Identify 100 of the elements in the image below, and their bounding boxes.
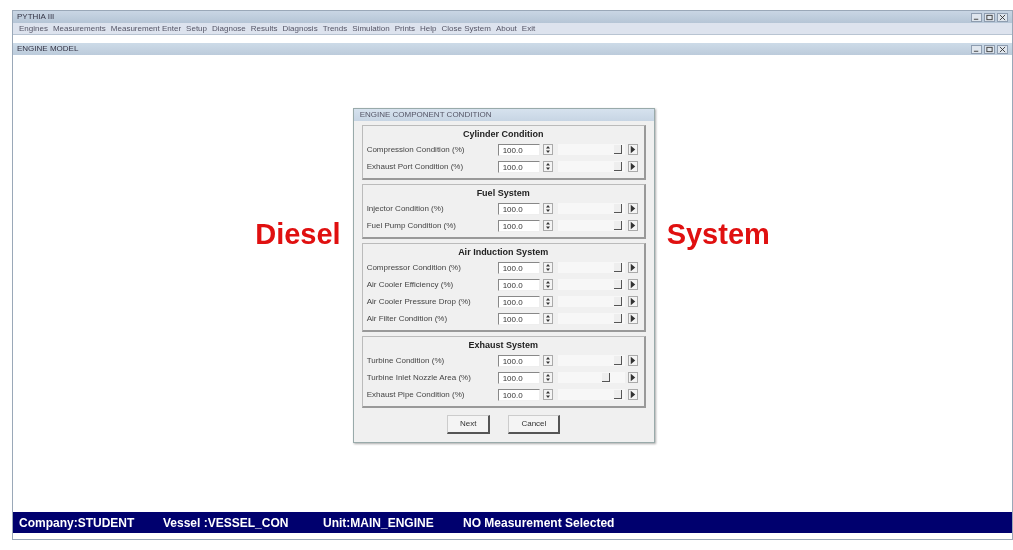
- value-field[interactable]: 100.0: [497, 388, 540, 401]
- slider-thumb[interactable]: [613, 162, 622, 171]
- value-field[interactable]: 100.0: [497, 160, 540, 173]
- value-field[interactable]: 100.0: [497, 219, 540, 232]
- slider-thumb[interactable]: [613, 356, 622, 365]
- menu-item[interactable]: About: [495, 22, 517, 35]
- scroll-arrow-button[interactable]: [627, 203, 638, 214]
- spin-button[interactable]: [542, 372, 553, 383]
- spin-button[interactable]: [542, 296, 553, 307]
- value-field[interactable]: 100.0: [497, 278, 540, 291]
- overlay-word: Diesel: [255, 217, 341, 252]
- slider-track[interactable]: [557, 389, 625, 400]
- minimize-icon[interactable]: [971, 44, 982, 54]
- maximize-icon[interactable]: [984, 44, 995, 54]
- spin-button[interactable]: [542, 355, 553, 366]
- slider-track[interactable]: [557, 296, 625, 307]
- window-title: PYTHIA III: [17, 11, 55, 23]
- scroll-arrow-button[interactable]: [627, 220, 638, 231]
- dialog-title: ENGINE COMPONENT CONDITION: [353, 109, 654, 121]
- slider-track[interactable]: [557, 262, 625, 273]
- spin-button[interactable]: [542, 220, 553, 231]
- slider-thumb[interactable]: [613, 297, 622, 306]
- scroll-arrow-button[interactable]: [627, 144, 638, 155]
- scroll-arrow-button[interactable]: [627, 389, 638, 400]
- value-field[interactable]: 100.0: [497, 295, 540, 308]
- field-label: Air Cooler Efficiency (%): [366, 278, 455, 291]
- field-label: Compression Condition (%): [366, 143, 466, 156]
- scroll-arrow-button[interactable]: [627, 262, 638, 273]
- menu-item[interactable]: Simulation: [352, 22, 390, 35]
- status-text: Unit:MAIN_ENGINE: [323, 514, 435, 532]
- scroll-arrow-button[interactable]: [627, 313, 638, 324]
- field-label: Injector Condition (%): [366, 202, 445, 215]
- menu-item[interactable]: Measurements: [52, 22, 106, 35]
- dialog-button[interactable]: Cancel: [508, 415, 561, 434]
- spin-button[interactable]: [542, 313, 553, 324]
- slider-track[interactable]: [557, 220, 625, 231]
- menu-item[interactable]: Exit: [521, 22, 536, 35]
- close-icon[interactable]: [997, 44, 1008, 54]
- field-label: Air Cooler Pressure Drop (%): [366, 295, 472, 308]
- status-text: NO Measurement Selected: [463, 514, 616, 532]
- spin-button[interactable]: [542, 161, 553, 172]
- slider-thumb[interactable]: [613, 204, 622, 213]
- slider-track[interactable]: [557, 313, 625, 324]
- overlay-word: System: [666, 217, 770, 252]
- slider-thumb[interactable]: [613, 280, 622, 289]
- scroll-arrow-button[interactable]: [627, 355, 638, 366]
- slider-thumb[interactable]: [613, 221, 622, 230]
- dialog-button[interactable]: Next: [446, 415, 491, 434]
- slider-track[interactable]: [557, 203, 625, 214]
- scroll-arrow-button[interactable]: [627, 279, 638, 290]
- menu-item[interactable]: Setup: [186, 22, 207, 35]
- menu-item[interactable]: Engines: [19, 22, 48, 35]
- spin-button[interactable]: [542, 389, 553, 400]
- menu-item[interactable]: Close System: [441, 22, 491, 35]
- value-field[interactable]: 100.0: [497, 202, 540, 215]
- menu-item[interactable]: Diagnose: [212, 22, 246, 35]
- minimize-icon[interactable]: [971, 12, 982, 22]
- value-field[interactable]: 100.0: [497, 354, 540, 367]
- window-title: ENGINE MODEL: [17, 43, 79, 55]
- group-title: Fuel System: [475, 187, 531, 200]
- field-label: Air Filter Condition (%): [366, 312, 449, 325]
- field-label: Turbine Inlet Nozzle Area (%): [366, 371, 472, 384]
- menu-item[interactable]: Diagnosis: [282, 22, 318, 35]
- slider-track[interactable]: [557, 161, 625, 172]
- value-field[interactable]: 100.0: [497, 143, 540, 156]
- value-field[interactable]: 100.0: [497, 312, 540, 325]
- menu-item[interactable]: Help: [420, 22, 437, 35]
- spin-button[interactable]: [542, 262, 553, 273]
- status-text: Vessel :VESSEL_CON: [163, 514, 290, 532]
- group-title: Exhaust System: [467, 339, 539, 352]
- menu-item[interactable]: Trends: [322, 22, 348, 35]
- slider-thumb[interactable]: [613, 390, 622, 399]
- field-label: Compressor Condition (%): [366, 261, 462, 274]
- spin-button[interactable]: [542, 203, 553, 214]
- scroll-arrow-button[interactable]: [627, 161, 638, 172]
- spin-button[interactable]: [542, 144, 553, 155]
- status-text: Company:STUDENT: [18, 514, 136, 532]
- maximize-icon[interactable]: [984, 12, 995, 22]
- slider-thumb[interactable]: [613, 314, 622, 323]
- slider-track[interactable]: [557, 372, 625, 383]
- value-field[interactable]: 100.0: [497, 371, 540, 384]
- menu-item[interactable]: Measurement Enter: [110, 22, 182, 35]
- group-title: Air Induction System: [457, 246, 550, 259]
- menu-item[interactable]: Results: [250, 22, 278, 35]
- slider-thumb[interactable]: [613, 263, 622, 272]
- close-icon[interactable]: [997, 12, 1008, 22]
- group-title: Cylinder Condition: [461, 128, 545, 141]
- scroll-arrow-button[interactable]: [627, 372, 638, 383]
- field-label: Fuel Pump Condition (%): [366, 219, 457, 232]
- field-label: Exhaust Port Condition (%): [366, 160, 465, 173]
- menu-item[interactable]: Prints: [394, 22, 416, 35]
- field-label: Turbine Condition (%): [366, 354, 446, 367]
- slider-track[interactable]: [557, 279, 625, 290]
- slider-track[interactable]: [557, 355, 625, 366]
- value-field[interactable]: 100.0: [497, 261, 540, 274]
- scroll-arrow-button[interactable]: [627, 296, 638, 307]
- spin-button[interactable]: [542, 279, 553, 290]
- slider-thumb[interactable]: [601, 373, 610, 382]
- slider-thumb[interactable]: [613, 145, 622, 154]
- slider-track[interactable]: [557, 144, 625, 155]
